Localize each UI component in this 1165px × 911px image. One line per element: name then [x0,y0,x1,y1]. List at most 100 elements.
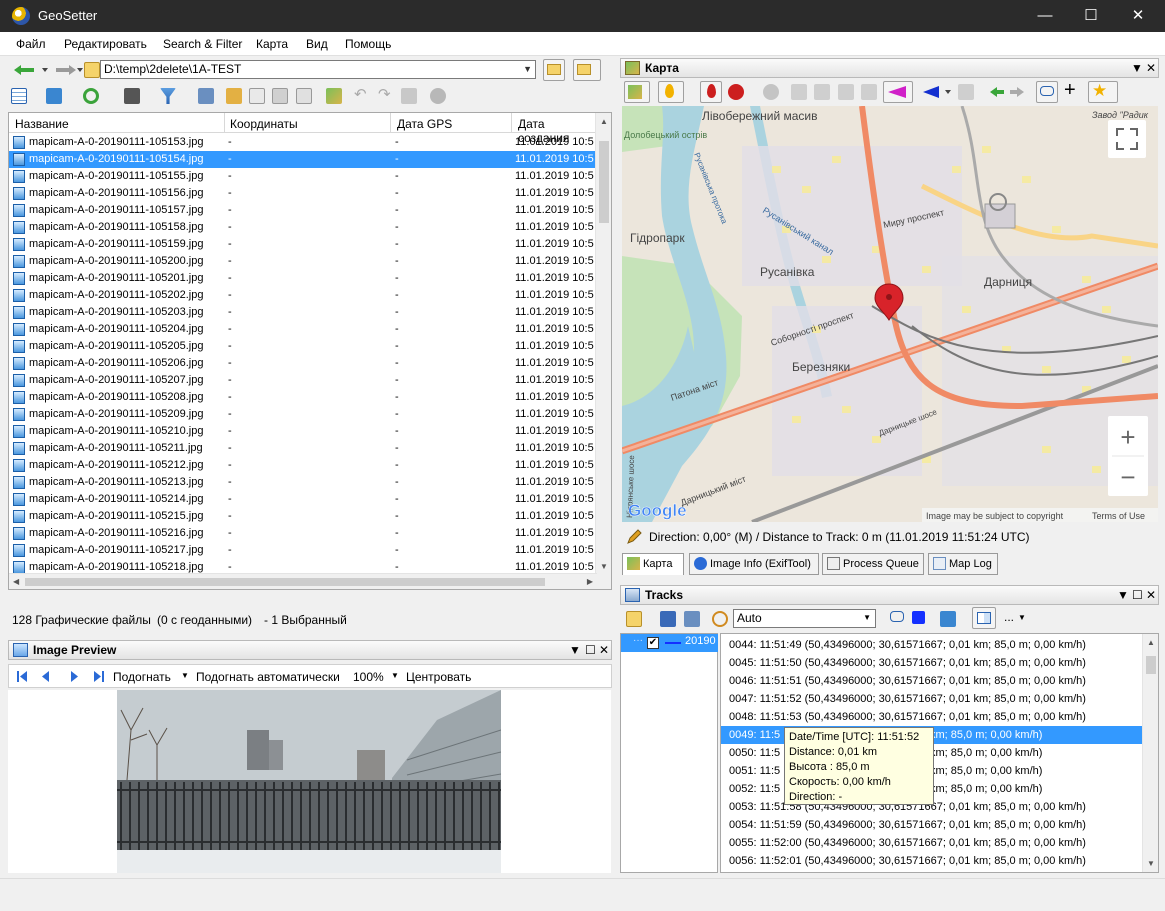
paste-special-icon[interactable] [296,88,312,104]
table-row[interactable]: mapicam-A-0-20190111-105210.jpg - - 11.01.2… [9,423,597,440]
tab-process-queue[interactable]: Process Queue [822,553,924,575]
table-row[interactable]: mapicam-A-0-20190111-105208.jpg - - 11.01.2… [9,389,597,406]
track-point-row[interactable]: 0056: 11:52:01 (50,43496000; 30,61571667… [721,852,1143,870]
sort-icon[interactable] [46,88,62,104]
open-folder-button[interactable] [543,59,565,81]
table-row[interactable]: mapicam-A-0-20190111-105211.jpg - - 11.01.2… [9,440,597,457]
track-point-row[interactable]: 0045: 11:51:50 (50,43496000; 30,61571667… [721,654,1143,672]
map-data-icon[interactable] [326,88,342,104]
assign-position-icon[interactable] [728,84,744,100]
table-row[interactable]: mapicam-A-0-20190111-105156.jpg - - 11.01.2… [9,185,597,202]
tab-map-log[interactable]: Map Log [928,553,998,575]
track-mode-select[interactable]: Auto ▼ [733,609,876,628]
fullscreen-button[interactable] [1108,120,1146,158]
track-icon-1[interactable] [791,84,807,100]
menu-edit[interactable]: Редактировать [64,37,147,51]
set-position-button[interactable] [700,81,722,103]
table-row[interactable]: mapicam-A-0-20190111-105207.jpg - - 11.01.2… [9,372,597,389]
tracks-more-dropdown-icon[interactable]: ▼ [1018,613,1026,622]
map-type-button[interactable] [624,81,650,103]
map-marker-button[interactable] [658,81,684,103]
track-point-row[interactable]: 0044: 11:51:49 (50,43496000; 30,61571667… [721,636,1143,654]
table-row[interactable]: mapicam-A-0-20190111-105153.jpg - - 11.01.2… [9,134,597,151]
zoom-dropdown-icon[interactable]: ▼ [391,671,399,680]
binoculars-icon[interactable] [124,88,140,104]
table-row[interactable]: mapicam-A-0-20190111-105202.jpg - - 11.01.2… [9,287,597,304]
favorite-button[interactable]: ★ [1088,81,1118,103]
direction-gray-icon[interactable] [958,84,974,100]
search-track-icon[interactable] [712,611,728,627]
track-point-row[interactable]: 0048: 11:51:53 (50,43496000; 30,61571667… [721,708,1143,726]
table-row[interactable]: mapicam-A-0-20190111-105209.jpg - - 11.01.2… [9,406,597,423]
preview-menu-icon[interactable]: ▼ [569,641,581,659]
zoom-level[interactable]: 100% [353,670,384,684]
file-list-vscroll[interactable]: ▲ ▼ [595,113,611,589]
table-row[interactable]: mapicam-A-0-20190111-105158.jpg - - 11.01.2… [9,219,597,236]
column-gps-date[interactable]: Дата GPS [397,117,452,131]
zoom-out-button[interactable]: − [1120,462,1135,492]
fit-auto-button[interactable]: Подогнать автоматически [196,670,340,684]
table-row[interactable]: mapicam-A-0-20190111-105215.jpg - - 11.01.2… [9,508,597,525]
first-image-icon[interactable] [17,671,27,682]
forward-arrow-icon[interactable] [54,64,84,76]
map-view[interactable]: Лівобережний масив Долобецький острів Гі… [622,106,1158,522]
map-canvas[interactable]: Лівобережний масив Долобецький острів Гі… [622,106,1158,522]
fit-button[interactable]: Подогнать [113,670,171,684]
zoom-map-icon[interactable] [838,84,854,100]
save-icon[interactable] [401,88,417,104]
zoom-in-button[interactable]: + [1120,422,1135,452]
track-point-row[interactable]: 0055: 11:52:00 (50,43496000; 30,61571667… [721,834,1143,852]
map-terms-link[interactable]: Terms of Use [1092,511,1145,521]
track-list-vscroll[interactable]: ▲ ▼ [1142,634,1158,872]
undo-icon[interactable]: ↶ [354,87,370,104]
redo-icon[interactable]: ↷ [378,87,394,104]
favorites-folder-button[interactable] [573,59,601,81]
table-row[interactable]: mapicam-A-0-20190111-105201.jpg - - 11.01.2… [9,270,597,287]
remove-position-icon[interactable] [763,84,779,100]
tracks-menu-icon[interactable]: ▼ [1117,586,1129,604]
menu-search-filter[interactable]: Search & Filter [163,37,242,51]
save-track-icon[interactable] [660,611,676,627]
track-icon-2[interactable] [814,84,830,100]
preview-restore-icon[interactable]: ☐ [585,641,596,659]
file-list[interactable]: Название Координаты Дата GPS Дата создан… [8,112,612,590]
track-view-button[interactable] [972,607,996,629]
filter-icon[interactable] [160,88,176,104]
column-coordinates[interactable]: Координаты [230,117,298,131]
search-map-icon[interactable] [861,84,877,100]
table-row[interactable]: mapicam-A-0-20190111-105214.jpg - - 11.01.2… [9,491,597,508]
direction-blue-icon[interactable] [923,86,953,98]
preview-close-icon[interactable]: ✕ [599,641,609,659]
map-history-icon[interactable] [988,86,1028,98]
map-comment-button[interactable] [1036,81,1058,103]
tracks-close-icon[interactable]: ✕ [1146,586,1156,604]
track-checkbox[interactable]: ✔ [647,637,659,649]
table-row[interactable]: mapicam-A-0-20190111-105157.jpg - - 11.01.2… [9,202,597,219]
copy-icon[interactable] [249,88,265,104]
map-close-icon[interactable]: ✕ [1146,59,1156,77]
path-input[interactable]: D:\temp\2delete\1A-TEST ▼ [100,60,536,79]
track-comment-icon[interactable] [890,611,904,622]
track-point-row[interactable]: 0047: 11:51:52 (50,43496000; 30,61571667… [721,690,1143,708]
track-point-row[interactable]: 0046: 11:51:51 (50,43496000; 30,61571667… [721,672,1143,690]
next-image-icon[interactable] [71,671,78,682]
tab-image-info[interactable]: Image Info (ExifTool) [689,553,819,575]
column-name[interactable]: Название [15,117,69,131]
direction-magenta-button[interactable] [883,81,913,103]
track-color-icon[interactable] [912,611,925,624]
refresh-icon[interactable] [83,88,99,104]
table-row[interactable]: mapicam-A-0-20190111-105213.jpg - - 11.01.2… [9,474,597,491]
table-row[interactable]: mapicam-A-0-20190111-105217.jpg - - 11.01.2… [9,542,597,559]
select-icon[interactable] [198,88,214,104]
last-image-icon[interactable] [94,671,104,682]
edit-data-icon[interactable] [226,88,242,104]
tab-map[interactable]: Карта [622,553,684,575]
menu-help[interactable]: Помощь [345,37,391,51]
table-row[interactable]: mapicam-A-0-20190111-105200.jpg - - 11.01.2… [9,253,597,270]
back-arrow-icon[interactable] [12,64,52,76]
menu-view[interactable]: Вид [306,37,328,51]
path-dropdown-icon[interactable]: ▼ [523,61,532,78]
title-bar[interactable]: GeoSetter — ☐ ✕ [0,0,1165,32]
center-button[interactable]: Центровать [406,670,471,684]
table-row[interactable]: mapicam-A-0-20190111-105203.jpg - - 11.01.2… [9,304,597,321]
